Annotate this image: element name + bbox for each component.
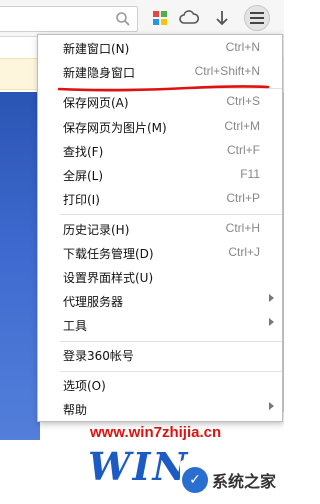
menu-item-shortcut: Ctrl+Shift+N: [194, 64, 260, 78]
menu-item-label: 下载任务管理(D): [63, 247, 154, 261]
menu-item-label: 全屏(L): [63, 169, 104, 183]
watermark-url: www.win7zhijia.cn: [90, 424, 222, 441]
menu-item-save-page[interactable]: 保存网页(A) Ctrl+S: [38, 90, 282, 114]
submenu-arrow-icon: [269, 294, 274, 302]
menu-item-label: 打印(I): [63, 193, 100, 207]
site-badge-logo: ✓ 系统之家: [180, 460, 284, 500]
address-bar[interactable]: [0, 6, 138, 32]
search-icon[interactable]: [115, 11, 131, 27]
menu-item-label: 选项(O): [63, 379, 106, 393]
menu-item-label: 查找(F): [63, 145, 104, 159]
menu-item-shortcut: F11: [240, 167, 260, 181]
menu-item-proxy-server[interactable]: 代理服务器: [38, 289, 282, 313]
menu-item-shortcut: Ctrl+H: [225, 221, 260, 235]
menu-item-label: 工具: [63, 319, 88, 333]
red-underline-annotation: [58, 85, 270, 92]
submenu-arrow-icon: [269, 318, 274, 326]
win-logo: WIN: [88, 444, 190, 489]
menu-separator: [60, 214, 282, 215]
menu-item-label: 新建窗口(N): [63, 42, 130, 56]
menu-item-shortcut: Ctrl+P: [226, 191, 260, 205]
menu-item-print[interactable]: 打印(I) Ctrl+P: [38, 187, 282, 211]
browser-window: WIN www.win7zhijia.cn ✓ 系统之家 新建窗口(N) Ctr…: [0, 0, 284, 504]
menu-item-interface-style[interactable]: 设置界面样式(U): [38, 265, 282, 289]
badge-text: 系统之家: [212, 472, 277, 491]
menu-item-tools[interactable]: 工具: [38, 313, 282, 337]
hamburger-menu-icon[interactable]: [244, 5, 270, 31]
cloud-icon[interactable]: [179, 8, 199, 28]
menu-item-history[interactable]: 历史记录(H) Ctrl+H: [38, 217, 282, 241]
menu-item-shortcut: Ctrl+F: [227, 143, 260, 157]
menu-item-find[interactable]: 查找(F) Ctrl+F: [38, 139, 282, 163]
browser-main-menu: 新建窗口(N) Ctrl+N 新建隐身窗口 Ctrl+Shift+N 保存网页(…: [37, 34, 283, 422]
menu-item-label: 代理服务器: [63, 295, 124, 309]
menu-separator: [60, 371, 282, 372]
browser-toolbar: [0, 0, 284, 37]
menu-item-options[interactable]: 选项(O): [38, 373, 282, 397]
menu-item-shortcut: Ctrl+N: [225, 40, 260, 54]
menu-item-download-manager[interactable]: 下载任务管理(D) Ctrl+J: [38, 241, 282, 265]
menu-item-fullscreen[interactable]: 全屏(L) F11: [38, 163, 282, 187]
menu-item-new-window[interactable]: 新建窗口(N) Ctrl+N: [38, 36, 282, 60]
menu-item-label: 登录360帐号: [63, 349, 134, 363]
menu-separator: [60, 341, 282, 342]
download-arrow-icon[interactable]: [212, 8, 232, 28]
menu-item-label: 保存网页(A): [63, 96, 129, 110]
menu-item-shortcut: Ctrl+M: [224, 119, 260, 133]
menu-item-label: 设置界面样式(U): [63, 271, 154, 285]
menu-item-label: 帮助: [63, 403, 88, 417]
menu-item-login-360-account[interactable]: 登录360帐号: [38, 343, 282, 367]
menu-item-shortcut: Ctrl+J: [228, 245, 260, 259]
menu-item-label: 历史记录(H): [63, 223, 130, 237]
menu-item-shortcut: Ctrl+S: [226, 94, 260, 108]
menu-item-label: 新建隐身窗口: [63, 66, 136, 80]
badge-circle-icon: ✓: [182, 467, 208, 493]
menu-item-label: 保存网页为图片(M): [63, 121, 167, 135]
apps-grid-icon[interactable]: [150, 8, 170, 28]
menu-item-save-page-as-image[interactable]: 保存网页为图片(M) Ctrl+M: [38, 115, 282, 139]
menu-item-help[interactable]: 帮助: [38, 397, 282, 421]
submenu-arrow-icon: [269, 402, 274, 410]
menu-item-new-incognito-window[interactable]: 新建隐身窗口 Ctrl+Shift+N: [38, 60, 282, 84]
